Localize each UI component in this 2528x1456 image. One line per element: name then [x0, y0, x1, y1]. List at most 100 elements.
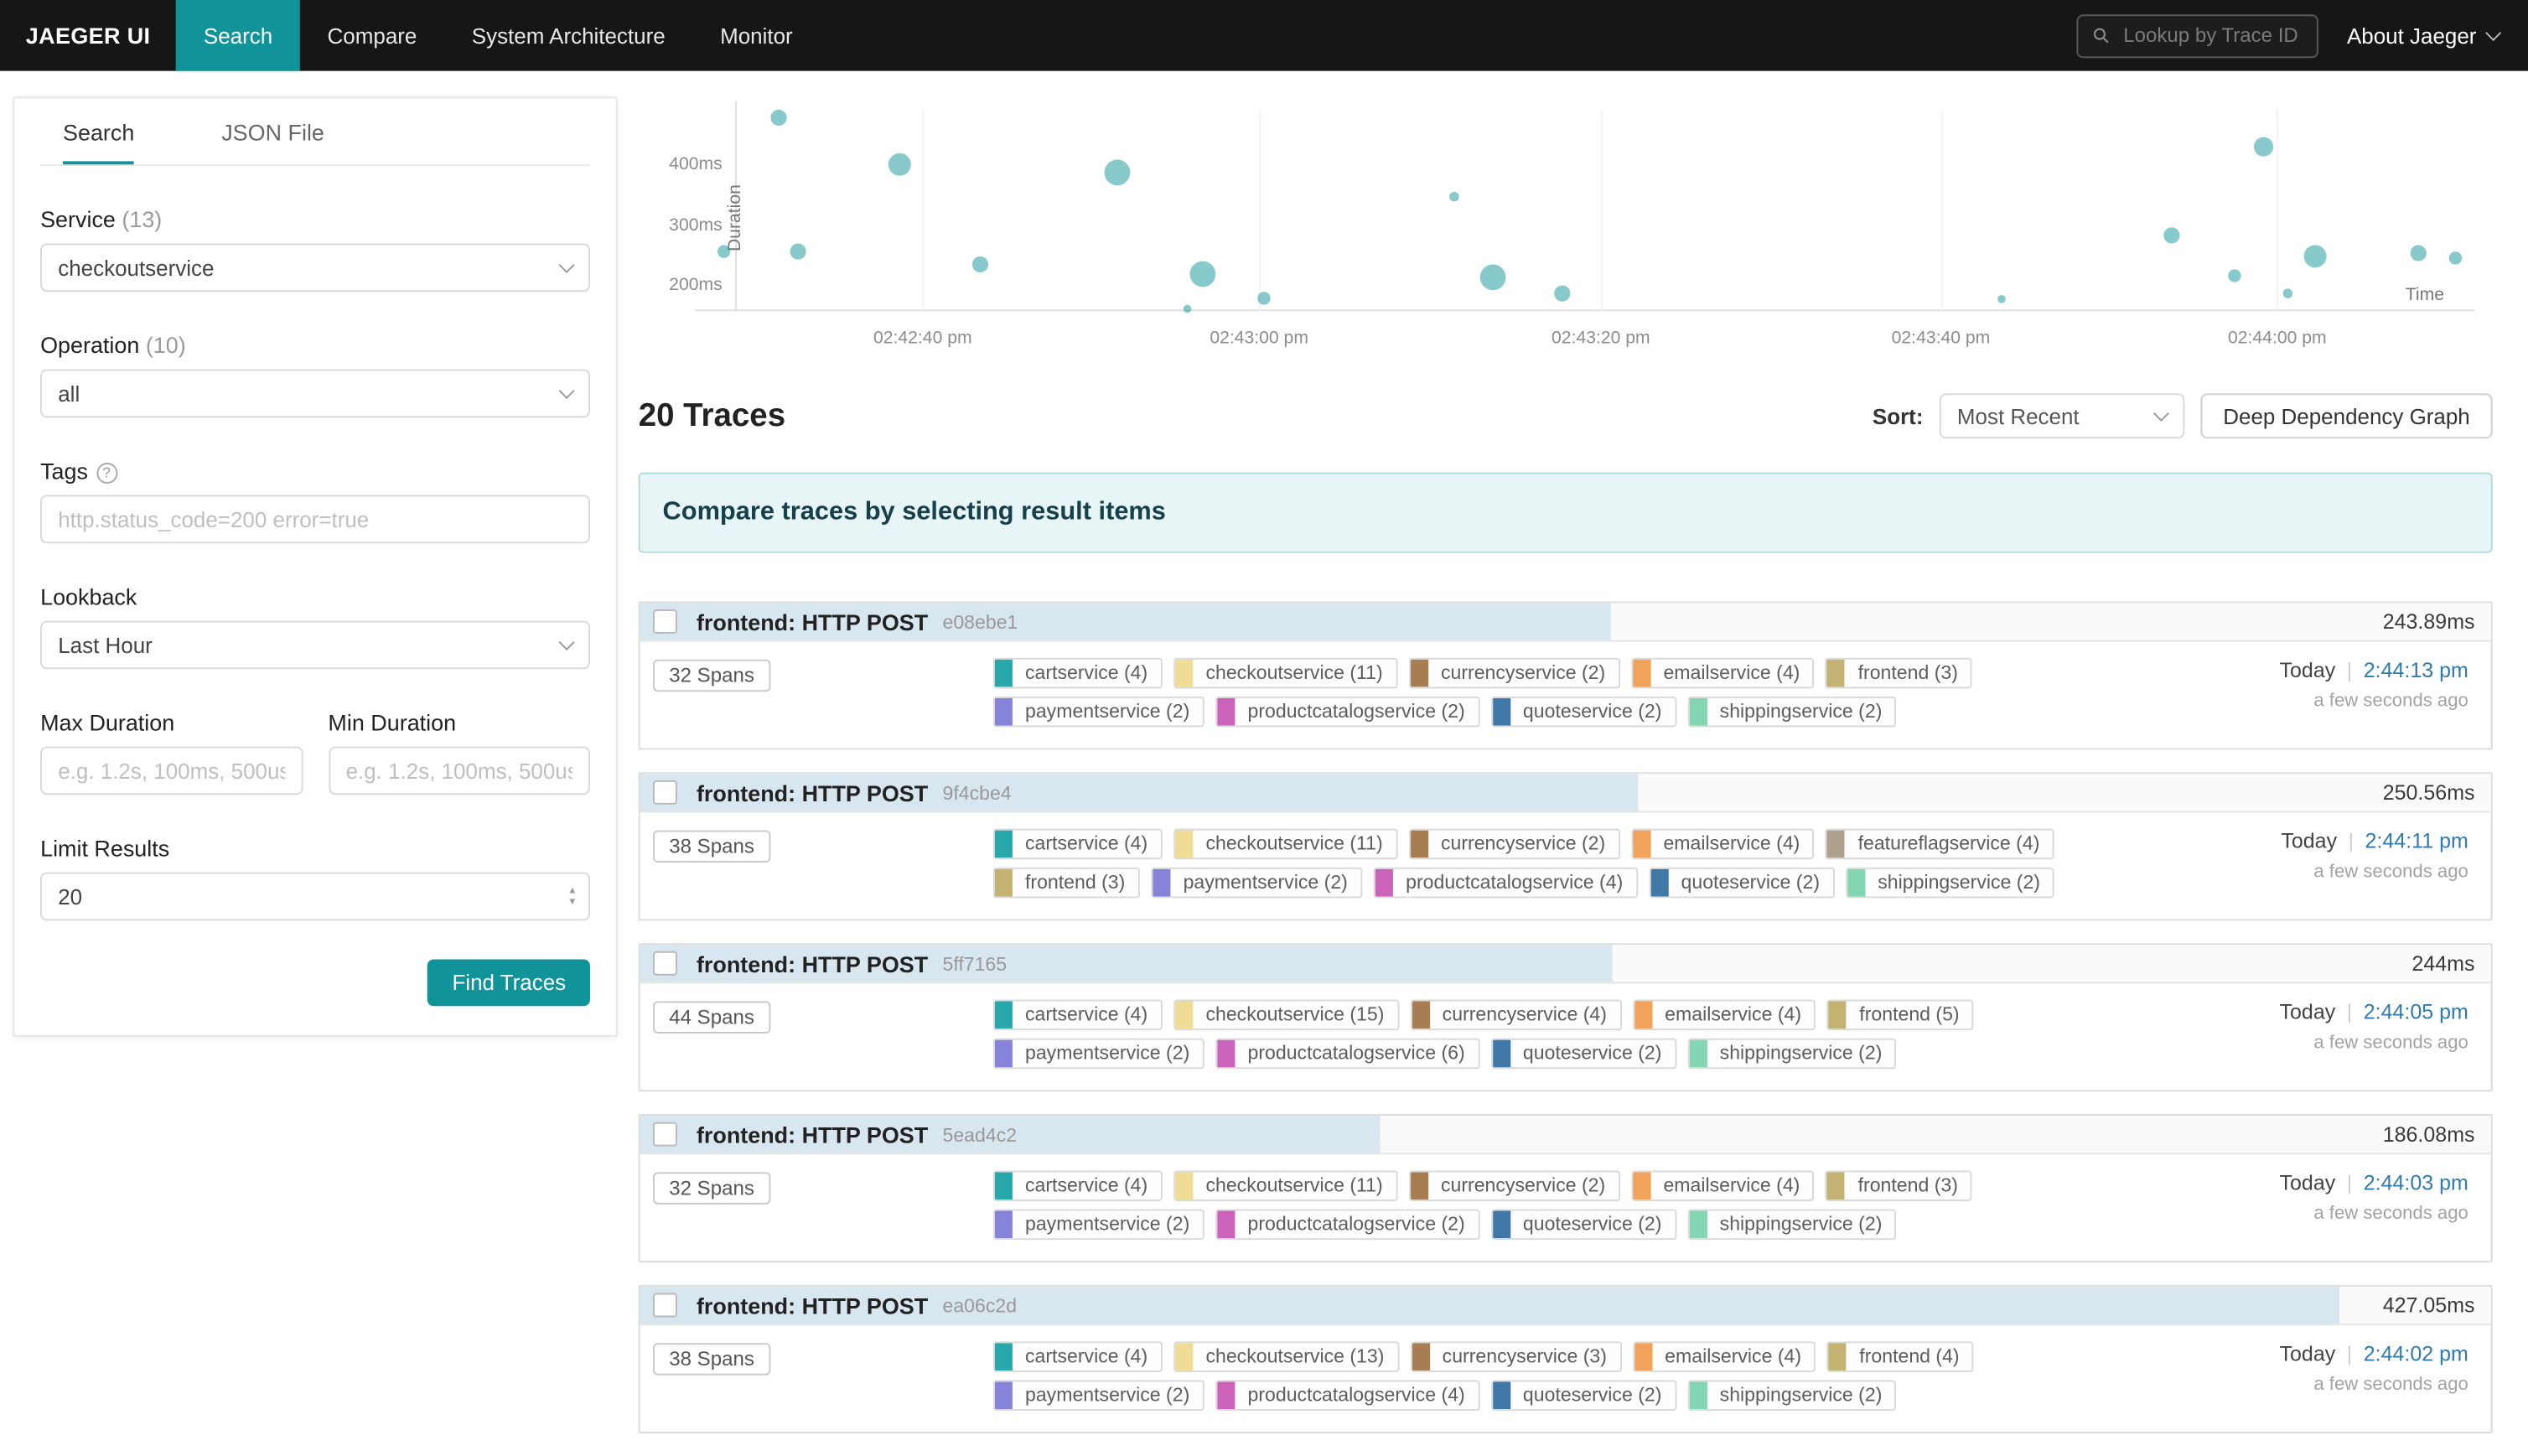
timestamp-divider: |: [2347, 1341, 2353, 1365]
nav-tab-system-architecture[interactable]: System Architecture: [444, 0, 692, 71]
operation-select[interactable]: all: [40, 369, 590, 417]
trace-date: Today: [2280, 658, 2336, 682]
scatter-point[interactable]: [770, 110, 786, 126]
service-color-swatch: [1827, 660, 1845, 687]
trace-select-checkbox[interactable]: [653, 1293, 677, 1318]
scatter-point[interactable]: [790, 243, 806, 259]
step-down-icon[interactable]: ▼: [567, 897, 577, 907]
tags-input[interactable]: [40, 495, 590, 544]
sidebar-tabs: Search JSON File: [40, 98, 590, 166]
service-color-swatch: [1175, 660, 1193, 687]
scatter-point[interactable]: [2303, 245, 2326, 267]
find-traces-button[interactable]: Find Traces: [428, 959, 590, 1006]
trace-duration: 427.05ms: [2383, 1293, 2475, 1318]
trace-select-checkbox[interactable]: [653, 1122, 677, 1147]
trace-select-checkbox[interactable]: [653, 951, 677, 976]
scatter-point[interactable]: [2164, 227, 2180, 243]
scatter-point[interactable]: [2253, 137, 2272, 156]
trace-id-lookup[interactable]: [2076, 13, 2318, 57]
trace-id-input[interactable]: [2120, 23, 2302, 49]
trace-header[interactable]: frontend: HTTP POST 9f4cbe4 250.56ms: [640, 774, 2491, 812]
service-color-swatch: [1217, 1381, 1235, 1409]
service-tag: productcatalogservice (2): [1215, 697, 1479, 728]
scatter-point[interactable]: [2410, 245, 2426, 261]
service-tag: productcatalogservice (4): [1215, 1380, 1479, 1411]
scatter-point[interactable]: [717, 245, 729, 257]
nav-tab-search[interactable]: Search: [176, 0, 300, 71]
scatter-point[interactable]: [1450, 192, 1460, 202]
trace-result-item[interactable]: frontend: HTTP POST 5ff7165 244ms 44 Spa…: [639, 943, 2493, 1091]
top-nav: JAEGER UI Search Compare System Architec…: [0, 0, 2528, 71]
service-tag-label: emailservice (4): [1650, 1172, 1813, 1200]
app-logo[interactable]: JAEGER UI: [0, 0, 176, 71]
min-duration-input[interactable]: [328, 747, 590, 795]
span-count-badge: 38 Spans: [653, 1343, 770, 1375]
trace-header[interactable]: frontend: HTTP POST 5ead4c2 186.08ms: [640, 1116, 2491, 1154]
sort-select-value: Most Recent: [1957, 404, 2156, 428]
trace-result-item[interactable]: frontend: HTTP POST ea06c2d 427.05ms 38 …: [639, 1285, 2493, 1433]
trace-id: 5ead4c2: [943, 1123, 1018, 1146]
x-axis-tick-label: 02:43:00 pm: [1210, 329, 1308, 348]
scatter-point[interactable]: [2228, 269, 2240, 282]
service-tag-label: frontend (3): [1845, 660, 1971, 687]
service-tag-label: quoteservice (2): [1510, 1211, 1675, 1239]
service-tag: shippingservice (2): [1687, 1039, 1897, 1070]
scatter-point[interactable]: [971, 256, 987, 272]
scatter-point[interactable]: [888, 153, 911, 175]
scatter-point[interactable]: [2448, 251, 2461, 264]
trace-select-checkbox[interactable]: [653, 609, 677, 634]
limit-results-input[interactable]: 20 ▲▼: [40, 873, 590, 921]
scatter-point[interactable]: [1104, 160, 1130, 186]
step-up-icon[interactable]: ▲: [567, 886, 577, 896]
scatter-point[interactable]: [1184, 304, 1192, 313]
x-gridline: [1601, 110, 1603, 311]
number-stepper[interactable]: ▲▼: [567, 874, 577, 920]
about-jaeger-menu[interactable]: About Jaeger: [2347, 23, 2499, 48]
trace-time-link[interactable]: 2:44:03 pm: [2364, 1170, 2468, 1194]
trace-header[interactable]: frontend: HTTP POST ea06c2d 427.05ms: [640, 1287, 2491, 1325]
scatter-point[interactable]: [1554, 286, 1570, 302]
results-header: 20 Traces Sort: Most Recent Deep Depende…: [639, 387, 2493, 445]
service-tag: currencyservice (2): [1408, 658, 1619, 689]
sort-select[interactable]: Most Recent: [1940, 393, 2184, 438]
service-color-swatch: [1175, 1343, 1193, 1371]
service-color-swatch: [1827, 1172, 1845, 1200]
max-duration-input[interactable]: [40, 747, 303, 795]
trace-time-link[interactable]: 2:44:05 pm: [2364, 1000, 2468, 1024]
nav-tab-monitor[interactable]: Monitor: [692, 0, 820, 71]
min-duration-label: Min Duration: [328, 709, 590, 735]
nav-tab-compare[interactable]: Compare: [300, 0, 444, 71]
trace-time-link[interactable]: 2:44:13 pm: [2364, 658, 2468, 682]
tab-json-file[interactable]: JSON File: [221, 119, 324, 164]
scatter-point[interactable]: [1997, 294, 2006, 303]
service-tag-label: paymentservice (2): [1170, 869, 1360, 897]
tab-search[interactable]: Search: [63, 119, 134, 164]
scatter-point[interactable]: [1258, 292, 1271, 304]
trace-date: Today: [2280, 1170, 2336, 1194]
trace-time-link[interactable]: 2:44:02 pm: [2364, 1341, 2468, 1365]
scatter-point[interactable]: [1479, 264, 1505, 290]
trace-result-item[interactable]: frontend: HTTP POST 5ead4c2 186.08ms 32 …: [639, 1114, 2493, 1262]
service-color-swatch: [994, 660, 1012, 687]
deep-dependency-graph-button[interactable]: Deep Dependency Graph: [2200, 393, 2492, 438]
scatter-point[interactable]: [1189, 262, 1215, 288]
span-count-badge: 38 Spans: [653, 831, 770, 863]
span-count-badge: 32 Spans: [653, 1172, 770, 1204]
service-color-swatch: [994, 831, 1012, 858]
trace-header[interactable]: frontend: HTTP POST e08ebe1 243.89ms: [640, 603, 2491, 641]
help-icon[interactable]: ?: [96, 463, 117, 484]
y-axis-tick-label: 200ms: [651, 276, 723, 295]
lookback-select[interactable]: Last Hour: [40, 621, 590, 670]
y-axis-tick-label: 300ms: [651, 215, 723, 235]
service-select[interactable]: checkoutservice: [40, 243, 590, 292]
trace-time-link[interactable]: 2:44:11 pm: [2365, 829, 2468, 853]
results-count-title: 20 Traces: [639, 397, 785, 434]
trace-header[interactable]: frontend: HTTP POST 5ff7165 244ms: [640, 945, 2491, 983]
service-color-swatch: [1217, 1211, 1235, 1239]
scatter-point[interactable]: [2283, 289, 2293, 299]
trace-result-item[interactable]: frontend: HTTP POST 9f4cbe4 250.56ms 38 …: [639, 772, 2493, 920]
trace-select-checkbox[interactable]: [653, 780, 677, 805]
trace-result-item[interactable]: frontend: HTTP POST e08ebe1 243.89ms 32 …: [639, 601, 2493, 749]
service-tag-label: shippingservice (2): [1865, 869, 2054, 897]
service-tag: paymentservice (2): [1151, 868, 1362, 899]
